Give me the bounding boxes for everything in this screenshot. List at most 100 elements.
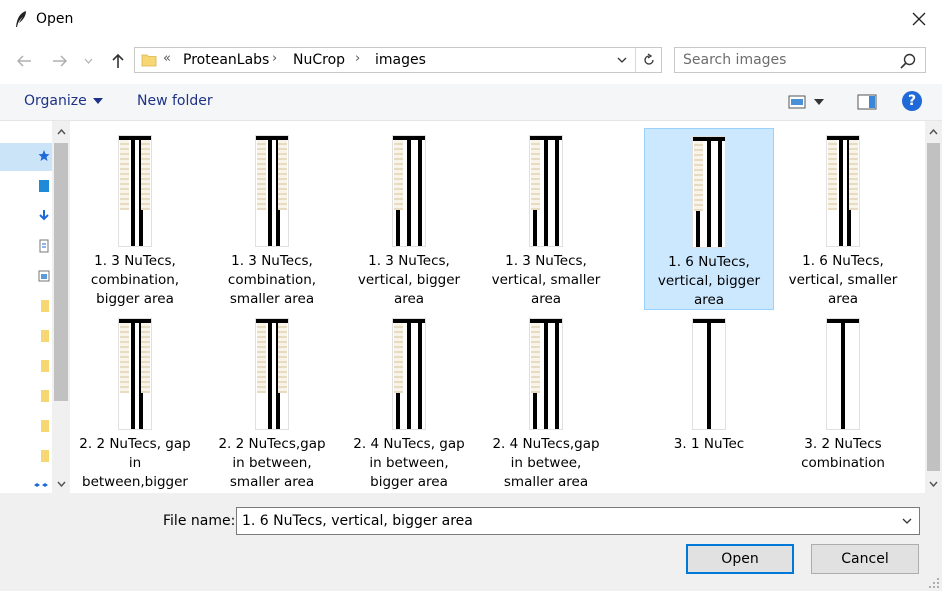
image-thumbnail bbox=[256, 136, 288, 246]
quick-access-icon[interactable] bbox=[38, 149, 50, 163]
preview-pane-icon bbox=[857, 94, 877, 110]
file-name-combobox[interactable] bbox=[236, 507, 920, 535]
title-bar: Open bbox=[0, 0, 942, 38]
file-name: 3. 2 NuTecs combination bbox=[801, 436, 885, 471]
refresh-button[interactable] bbox=[635, 48, 662, 72]
organize-button[interactable]: Organize bbox=[24, 93, 103, 109]
file-list-scroll-thumb[interactable] bbox=[927, 143, 940, 471]
file-name: 1. 3 NuTecs, vertical, smaller area bbox=[491, 253, 601, 307]
file-name: 2. 2 NuTecs, gap in between,bigger bbox=[79, 436, 191, 490]
help-button[interactable]: ? bbox=[902, 91, 922, 111]
file-item[interactable]: 1. 6 NuTecs, vertical, smaller area bbox=[778, 128, 908, 310]
breadcrumb-separator: › bbox=[355, 51, 361, 66]
close-button[interactable] bbox=[896, 0, 942, 38]
new-folder-button[interactable]: New folder bbox=[137, 93, 213, 109]
arrow-left-icon bbox=[16, 55, 31, 67]
file-list-scrollbar[interactable] bbox=[925, 121, 942, 493]
file-item[interactable]: 3. 1 NuTec bbox=[644, 311, 774, 493]
open-button[interactable]: Open bbox=[686, 544, 794, 574]
folder-icon[interactable] bbox=[38, 329, 50, 343]
file-name-area: File name: Open Cancel bbox=[0, 493, 942, 591]
breadcrumb-nucrop[interactable]: NuCrop bbox=[293, 52, 345, 68]
image-thumbnail bbox=[530, 136, 562, 246]
file-name: 1. 3 NuTecs, combination, bigger area bbox=[90, 253, 180, 307]
forward-button[interactable] bbox=[48, 50, 72, 72]
file-item[interactable]: 2. 2 NuTecs,gap in between, smaller area bbox=[207, 311, 337, 493]
arrow-right-icon bbox=[53, 55, 68, 67]
file-name-label: File name: bbox=[163, 513, 236, 529]
file-name: 2. 4 NuTecs,gap in betwee, smaller area bbox=[492, 436, 600, 490]
image-thumbnail bbox=[119, 136, 151, 246]
file-item[interactable]: 2. 2 NuTecs, gap in between,bigger bbox=[70, 311, 200, 493]
scroll-up-arrow[interactable] bbox=[52, 123, 70, 141]
breadcrumb-proteanlabs[interactable]: ProteanLabs bbox=[183, 52, 269, 68]
desktop-icon[interactable] bbox=[38, 179, 50, 193]
breadcrumb-images[interactable]: images bbox=[375, 52, 426, 68]
breadcrumb-overflow[interactable]: « bbox=[163, 51, 171, 66]
address-dropdown[interactable] bbox=[613, 51, 631, 69]
address-bar[interactable]: « ProteanLabs › NuCrop › images bbox=[134, 47, 662, 73]
file-item[interactable]: 1. 3 NuTecs, combination, smaller area bbox=[207, 128, 337, 310]
search-input[interactable] bbox=[683, 50, 893, 70]
change-view-button[interactable] bbox=[788, 92, 830, 112]
folder-icon[interactable] bbox=[38, 389, 50, 403]
arrow-up-icon bbox=[112, 53, 124, 68]
view-icon bbox=[788, 95, 806, 109]
file-item[interactable]: 1. 3 NuTecs, combination, bigger area bbox=[70, 128, 200, 310]
pictures-icon[interactable] bbox=[38, 269, 50, 283]
scroll-up-arrow[interactable] bbox=[925, 123, 942, 141]
image-thumbnail bbox=[827, 319, 859, 429]
file-name: 3. 1 NuTec bbox=[673, 436, 745, 452]
file-name: 1. 3 NuTecs, combination, smaller area bbox=[227, 253, 317, 307]
breadcrumb-separator: › bbox=[272, 51, 278, 66]
file-name: 2. 4 NuTecs, gap in between, bigger area bbox=[353, 436, 465, 490]
file-item[interactable]: 1. 3 NuTecs, vertical, bigger area bbox=[344, 128, 474, 310]
window-title: Open bbox=[36, 11, 74, 27]
folder-icon[interactable] bbox=[38, 449, 50, 463]
documents-icon[interactable] bbox=[38, 239, 50, 253]
image-thumbnail bbox=[693, 137, 725, 247]
file-item[interactable]: 2. 4 NuTecs, gap in between, bigger area bbox=[344, 311, 474, 493]
resize-grip-icon[interactable] bbox=[928, 577, 940, 589]
chevron-down-icon bbox=[617, 57, 627, 63]
command-bar: Organize New folder ? bbox=[0, 84, 942, 121]
back-button[interactable] bbox=[12, 50, 36, 72]
folder-icon[interactable] bbox=[38, 299, 50, 313]
file-item[interactable]: 2. 4 NuTecs,gap in betwee, smaller area bbox=[481, 311, 611, 493]
file-name: 1. 6 NuTecs, vertical, smaller area bbox=[788, 253, 898, 307]
dropbox-icon[interactable] bbox=[32, 479, 50, 493]
chevron-down-icon bbox=[902, 518, 912, 524]
image-thumbnail bbox=[827, 136, 859, 246]
search-box[interactable] bbox=[674, 47, 926, 73]
close-icon bbox=[912, 12, 926, 26]
folder-icon[interactable] bbox=[38, 359, 50, 373]
navigation-bar: « ProteanLabs › NuCrop › images bbox=[0, 38, 942, 84]
search-icon[interactable] bbox=[899, 52, 917, 70]
refresh-icon bbox=[644, 53, 654, 65]
file-name: 1. 3 NuTecs, vertical, bigger area bbox=[357, 253, 461, 307]
file-item[interactable]: 3. 2 NuTecs combination bbox=[778, 311, 908, 493]
file-item[interactable]: 1. 3 NuTecs, vertical, smaller area bbox=[481, 128, 611, 310]
file-list: 1. 3 NuTecs, combination, bigger area 1. … bbox=[70, 121, 925, 493]
recent-locations-button[interactable] bbox=[80, 50, 96, 72]
image-thumbnail bbox=[119, 319, 151, 429]
preview-pane-button[interactable] bbox=[856, 92, 878, 112]
folder-icon bbox=[141, 54, 157, 67]
folder-icon[interactable] bbox=[38, 419, 50, 433]
up-button[interactable] bbox=[106, 50, 130, 72]
feather-icon bbox=[16, 11, 26, 27]
downloads-icon[interactable] bbox=[38, 209, 50, 223]
file-name-input[interactable] bbox=[242, 511, 882, 531]
organize-label: Organize bbox=[24, 93, 87, 109]
cancel-button[interactable]: Cancel bbox=[811, 544, 919, 574]
scroll-down-arrow[interactable] bbox=[52, 475, 70, 493]
nav-pane-scroll-thumb[interactable] bbox=[54, 143, 68, 401]
chevron-down-icon bbox=[929, 481, 938, 487]
scroll-down-arrow[interactable] bbox=[925, 475, 942, 493]
file-name: 2. 2 NuTecs,gap in between, smaller area bbox=[218, 436, 326, 490]
chevron-up-icon bbox=[929, 129, 938, 135]
file-item[interactable]: 1. 6 NuTecs, vertical, bigger area bbox=[644, 128, 774, 310]
caret-down-icon bbox=[814, 99, 824, 105]
chevron-down-icon bbox=[84, 58, 92, 64]
file-name-dropdown[interactable] bbox=[899, 513, 915, 529]
